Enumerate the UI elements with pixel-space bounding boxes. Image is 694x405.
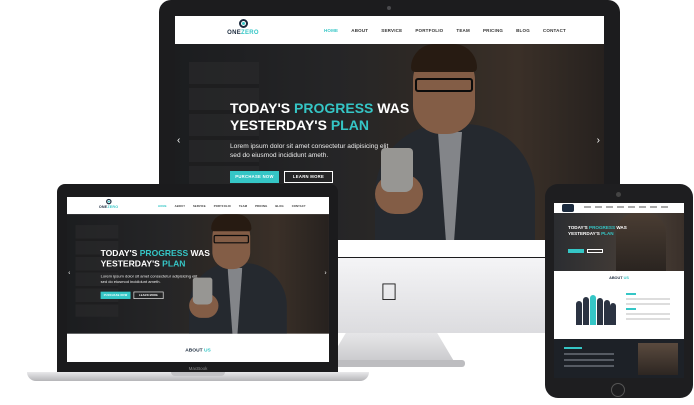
- hero-title: TODAY'S PROGRESS WAS YESTERDAY'S PLAN: [230, 100, 410, 133]
- site-nav-laptop: ONEZERO HOME ABOUT SERVICE PORTFOLIO TEA…: [67, 197, 329, 215]
- tablet-purchase-button[interactable]: [568, 249, 584, 253]
- menu-item-pricing[interactable]: PRICING: [483, 28, 503, 33]
- tablet-about-text: [626, 293, 670, 323]
- logo-text-first: ONE: [227, 30, 242, 36]
- tablet-hero-photo: [616, 213, 666, 271]
- menu-item-team[interactable]: TEAM: [239, 204, 247, 207]
- site-logo[interactable]: ONEZERO: [223, 19, 263, 42]
- tablet-hero: [554, 213, 684, 271]
- logo-mark-icon: [238, 19, 248, 28]
- tablet-about-section: ABOUT US: [554, 271, 684, 339]
- menu-item-contact[interactable]: CONTACT: [543, 28, 566, 33]
- logo-mark-icon: [105, 198, 112, 205]
- site-menu-laptop: HOME ABOUT SERVICE PORTFOLIO TEAM PRICIN…: [158, 197, 306, 214]
- tablet-hero-title: TODAY'S PROGRESS WAS YESTERDAY'S PLAN: [568, 225, 627, 236]
- site-logo-laptop[interactable]: ONEZERO: [96, 198, 120, 213]
- menu-item-home[interactable]: HOME: [324, 28, 338, 33]
- purchase-now-button[interactable]: PURCHASE NOW: [100, 291, 131, 299]
- menu-item-service[interactable]: SERVICE: [381, 28, 402, 33]
- tablet-team-photo: [576, 291, 616, 325]
- tablet-about-title: ABOUT US: [609, 276, 629, 280]
- tablet-logo[interactable]: [562, 204, 574, 212]
- ipad-screen: TODAY'S PROGRESS WAS YESTERDAY'S PLAN AB…: [554, 203, 684, 378]
- about-section-laptop: ABOUT US: [67, 333, 329, 362]
- tablet-dark-section: [554, 339, 684, 378]
- imac-camera: [387, 6, 391, 10]
- menu-item-about[interactable]: ABOUT: [351, 28, 368, 33]
- hero-title-laptop: TODAY'S PROGRESS WAS YESTERDAY'S PLAN: [100, 248, 211, 269]
- device-mockup-stage:  ONEZERO HOME ABOUT SERVICE PORTFOLIO T…: [0, 0, 694, 405]
- site-menu: HOME ABOUT SERVICE PORTFOLIO TEAM PRICIN…: [324, 16, 566, 44]
- menu-item-blog[interactable]: BLOG: [275, 204, 283, 207]
- site-nav: ONEZERO HOME ABOUT SERVICE PORTFOLIO TEA…: [175, 16, 604, 44]
- about-title: ABOUT US: [185, 347, 211, 353]
- menu-item-team[interactable]: TEAM: [456, 28, 470, 33]
- hero-text-laptop: Lorem ipsum dolor sit amet consectetur a…: [100, 274, 198, 285]
- menu-item-about[interactable]: ABOUT: [175, 204, 185, 207]
- imac-stand: [328, 333, 455, 363]
- chevron-left-icon[interactable]: ‹: [177, 136, 180, 146]
- apple-logo-icon: : [377, 280, 401, 306]
- hero-slider-laptop: TODAY'S PROGRESS WAS YESTERDAY'S PLAN Lo…: [67, 214, 329, 334]
- menu-item-home[interactable]: HOME: [158, 204, 167, 207]
- menu-item-service[interactable]: SERVICE: [193, 204, 206, 207]
- logo-text-second: ZERO: [241, 30, 259, 36]
- website-laptop: ONEZERO HOME ABOUT SERVICE PORTFOLIO TEA…: [67, 197, 329, 362]
- menu-item-portfolio[interactable]: PORTFOLIO: [415, 28, 443, 33]
- macbook-screen: ONEZERO HOME ABOUT SERVICE PORTFOLIO TEA…: [67, 197, 329, 362]
- macbook-label: MacBook: [188, 366, 208, 371]
- ipad-camera: [616, 192, 621, 197]
- tablet-menu: [584, 206, 668, 208]
- tablet-learn-button[interactable]: [587, 249, 603, 253]
- tablet-dark-photo: [638, 343, 678, 375]
- tablet-nav: [554, 203, 684, 213]
- learn-more-button[interactable]: LEARN MORE: [133, 291, 164, 299]
- macbook-notch: [171, 372, 225, 376]
- hero-text: Lorem ipsum dolor sit amet consectetur a…: [230, 143, 389, 159]
- ipad-home-button[interactable]: [611, 383, 625, 397]
- chevron-left-icon[interactable]: ‹: [68, 270, 70, 276]
- imac-foot: [320, 360, 465, 367]
- menu-item-blog[interactable]: BLOG: [516, 28, 530, 33]
- purchase-now-button[interactable]: PURCHASE NOW: [230, 171, 279, 183]
- learn-more-button[interactable]: LEARN MORE: [284, 171, 333, 183]
- menu-item-contact[interactable]: CONTACT: [292, 204, 306, 207]
- menu-item-portfolio[interactable]: PORTFOLIO: [214, 204, 231, 207]
- chevron-right-icon[interactable]: ›: [325, 270, 327, 276]
- chevron-right-icon[interactable]: ›: [597, 136, 600, 146]
- menu-item-pricing[interactable]: PRICING: [255, 204, 267, 207]
